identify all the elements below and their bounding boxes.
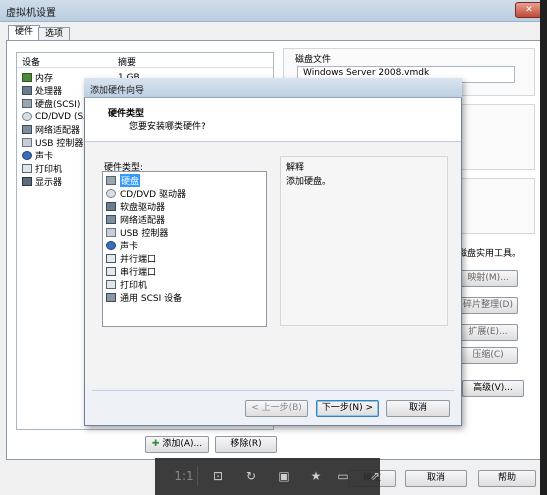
network-icon bbox=[22, 125, 32, 134]
usb-icon bbox=[106, 228, 116, 237]
window-title: 虚拟机设置 bbox=[6, 8, 56, 19]
dialog-heading: 硬件类型 bbox=[108, 109, 145, 119]
device-row-network[interactable]: 网络适配器 bbox=[22, 123, 80, 136]
dialog-subheading: 您要安装哪类硬件? bbox=[129, 122, 206, 132]
device-name: 处理器 bbox=[35, 87, 63, 97]
device-row-display[interactable]: 显示器 bbox=[22, 175, 62, 188]
hw-item-label: 打印机 bbox=[120, 281, 148, 291]
sound-icon bbox=[106, 241, 116, 250]
hw-item-label: 软盘驱动器 bbox=[120, 203, 166, 213]
share-icon[interactable]: ⇗ bbox=[367, 466, 383, 486]
floppy-icon bbox=[106, 202, 116, 211]
device-name: 硬盘(SCSI) bbox=[35, 100, 81, 110]
device-row-processor[interactable]: 处理器 bbox=[22, 84, 62, 97]
scsi-icon bbox=[106, 293, 116, 302]
hw-item-parallel-port[interactable]: 并行端口 bbox=[106, 252, 156, 265]
hw-item-scsi[interactable]: 通用 SCSI 设备 bbox=[106, 291, 182, 304]
compress-button[interactable]: 压缩(C) bbox=[458, 347, 518, 364]
save-icon[interactable]: ▣ bbox=[274, 466, 294, 486]
device-row-usb[interactable]: USB 控制器 bbox=[22, 136, 83, 149]
fit-window-icon[interactable]: ⊡ bbox=[208, 466, 228, 486]
next-button[interactable]: 下一步(N) > bbox=[316, 400, 379, 417]
add-label: 添加(A)... bbox=[162, 439, 203, 449]
expand-button[interactable]: 扩展(E)... bbox=[458, 324, 518, 341]
advanced-button[interactable]: 高级(V)... bbox=[462, 380, 524, 397]
device-row-sound[interactable]: 声卡 bbox=[22, 149, 53, 162]
device-name: 显示器 bbox=[35, 178, 63, 188]
usb-icon bbox=[22, 138, 32, 147]
toolbar-divider bbox=[197, 466, 198, 486]
sound-icon bbox=[22, 151, 32, 160]
hw-item-label: 并行端口 bbox=[120, 255, 157, 265]
cd-icon bbox=[106, 189, 116, 198]
printer-icon bbox=[106, 280, 116, 289]
hw-item-serial-port[interactable]: 串行端口 bbox=[106, 265, 156, 278]
parallel-port-icon bbox=[106, 254, 116, 263]
hw-item-label: 声卡 bbox=[120, 242, 139, 252]
dialog-divider bbox=[92, 390, 454, 391]
device-row-memory[interactable]: 内存 1 GB bbox=[22, 71, 140, 84]
explanation-text: 添加硬盘。 bbox=[286, 177, 332, 187]
memory-icon bbox=[22, 73, 32, 82]
close-button[interactable]: ✕ bbox=[515, 2, 543, 18]
defragment-button[interactable]: 碎片整理(D) bbox=[458, 297, 518, 314]
bookmark-icon[interactable]: ★ bbox=[306, 466, 326, 486]
device-name: 内存 bbox=[35, 74, 54, 84]
serial-port-icon bbox=[106, 267, 116, 276]
remove-hardware-button[interactable]: 移除(R) bbox=[215, 436, 277, 453]
cancel-button[interactable]: 取消 bbox=[405, 470, 467, 487]
hw-item-label: 网络适配器 bbox=[120, 216, 166, 226]
hw-item-cd-dvd[interactable]: CD/DVD 驱动器 bbox=[106, 187, 186, 200]
disk-file-value: Windows Server 2008.vmdk bbox=[303, 68, 430, 78]
disk-utilities-label: 磁盘实用工具。 bbox=[458, 249, 522, 259]
hw-item-label: 硬盘 bbox=[120, 174, 141, 187]
hw-item-usb[interactable]: USB 控制器 bbox=[106, 226, 168, 239]
actual-size-button[interactable]: 1:1 bbox=[172, 466, 196, 486]
device-name: 打印机 bbox=[35, 165, 63, 175]
window-titlebar[interactable] bbox=[0, 0, 547, 22]
hard-disk-icon bbox=[106, 176, 116, 185]
device-name: 声卡 bbox=[35, 152, 54, 162]
monitor-icon[interactable]: ▭ bbox=[333, 466, 353, 486]
cd-icon bbox=[22, 112, 32, 121]
hw-item-label: 通用 SCSI 设备 bbox=[120, 294, 183, 304]
device-row-hard-disk[interactable]: 硬盘(SCSI) bbox=[22, 97, 80, 110]
network-icon bbox=[106, 215, 116, 224]
help-button[interactable]: 帮助 bbox=[478, 470, 536, 487]
hw-item-network[interactable]: 网络适配器 bbox=[106, 213, 165, 226]
back-button[interactable]: < 上一步(B) bbox=[245, 400, 308, 417]
hw-item-printer[interactable]: 打印机 bbox=[106, 278, 147, 291]
hard-disk-icon bbox=[22, 99, 32, 108]
explanation-label: 解释 bbox=[286, 163, 305, 173]
disk-file-label: 磁盘文件 bbox=[295, 55, 332, 65]
rotate-icon[interactable]: ↻ bbox=[241, 466, 261, 486]
display-icon bbox=[22, 177, 32, 186]
device-name: USB 控制器 bbox=[35, 139, 84, 149]
processor-icon bbox=[22, 86, 32, 95]
add-hardware-button[interactable]: ✚ 添加(A)... bbox=[145, 436, 209, 453]
tab-hardware[interactable]: 硬件 bbox=[8, 25, 41, 41]
device-name: CD/DVD (SA bbox=[35, 111, 90, 122]
header-divider bbox=[17, 67, 273, 68]
hw-item-label: 串行端口 bbox=[120, 268, 157, 278]
hw-item-floppy[interactable]: 软盘驱动器 bbox=[106, 200, 165, 213]
device-row-printer[interactable]: 打印机 bbox=[22, 162, 62, 175]
hw-item-hard-disk[interactable]: 硬盘 bbox=[106, 174, 141, 187]
printer-icon bbox=[22, 164, 32, 173]
hw-item-sound[interactable]: 声卡 bbox=[106, 239, 138, 252]
map-button[interactable]: 映射(M)... bbox=[458, 270, 518, 287]
add-icon: ✚ bbox=[151, 439, 160, 449]
device-name: 网络适配器 bbox=[35, 126, 81, 136]
device-row-cd-dvd[interactable]: CD/DVD (SA bbox=[22, 110, 90, 123]
hw-item-label: USB 控制器 bbox=[120, 229, 169, 239]
hw-item-label: CD/DVD 驱动器 bbox=[120, 190, 186, 200]
dialog-title: 添加硬件向导 bbox=[90, 86, 145, 96]
dialog-cancel-button[interactable]: 取消 bbox=[386, 400, 450, 417]
window-edge bbox=[540, 0, 547, 495]
